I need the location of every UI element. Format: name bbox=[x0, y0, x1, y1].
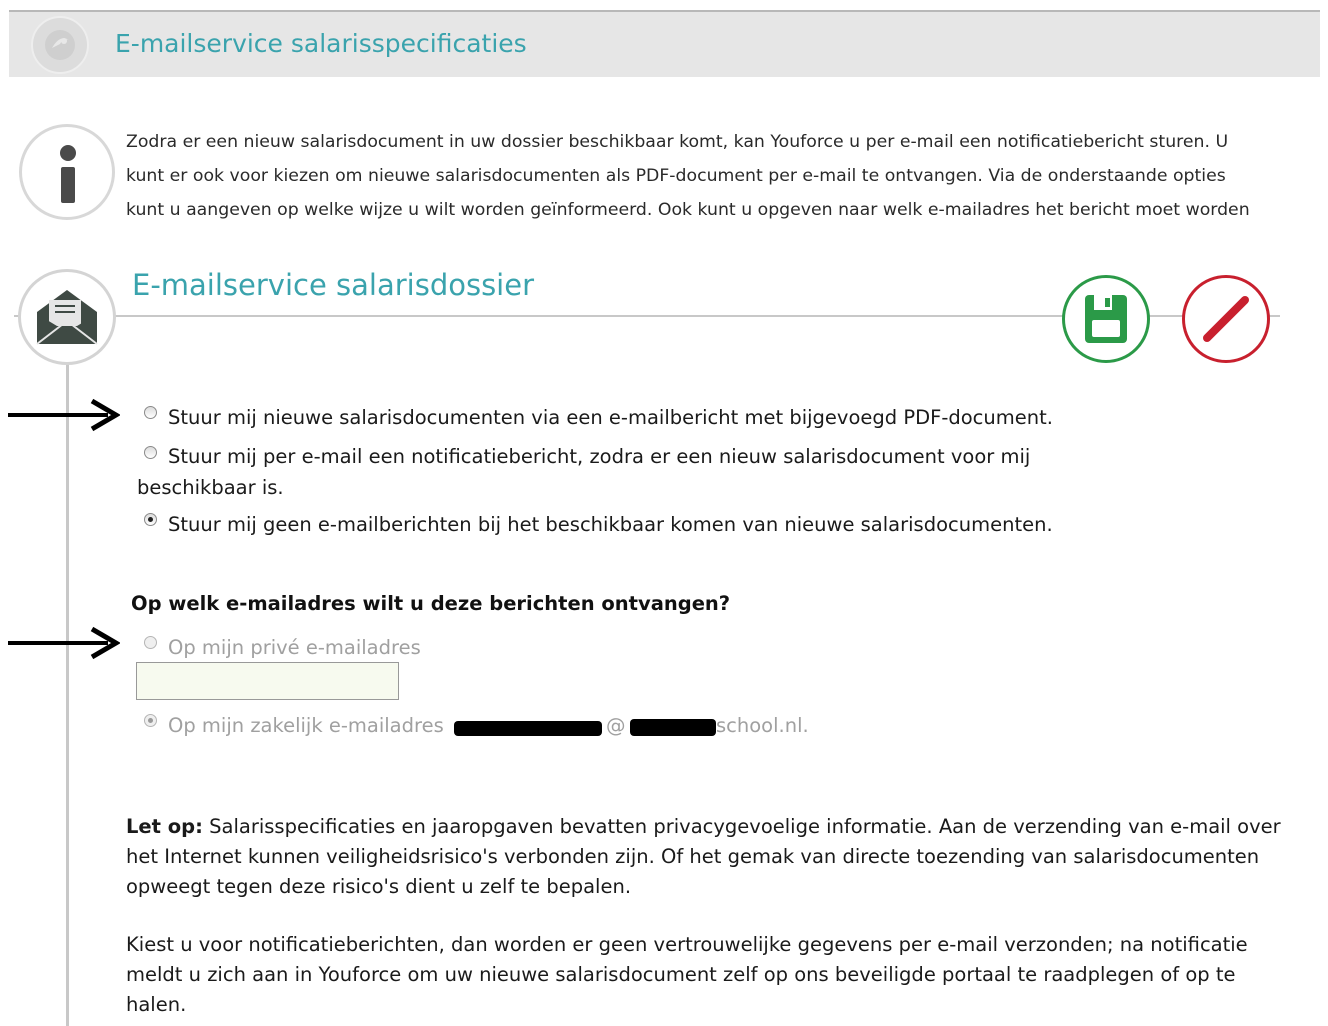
info-icon bbox=[19, 124, 115, 220]
cancel-icon bbox=[1203, 296, 1249, 342]
radio-none[interactable] bbox=[144, 513, 157, 526]
radio-private-email[interactable] bbox=[144, 636, 157, 649]
note-text: halen. bbox=[126, 993, 187, 1016]
section-title: E-mailservice salarisdossier bbox=[132, 268, 535, 302]
note-text: opweegt tegen deze risico's dient u zelf… bbox=[126, 875, 632, 898]
note-text: meldt u zich aan in Youforce om uw nieuw… bbox=[126, 963, 1236, 986]
option-notify-label: Stuur mij per e-mail een notificatieberi… bbox=[168, 445, 1031, 468]
save-button[interactable] bbox=[1062, 275, 1150, 363]
timeline-line bbox=[66, 360, 69, 1026]
radio-business-email[interactable] bbox=[144, 714, 157, 727]
notification-note: Kiest u voor notificatieberichten, dan w… bbox=[126, 930, 1286, 1020]
private-email-label: Op mijn privé e-mailadres bbox=[168, 636, 421, 659]
intro-text: Zodra er een nieuw salarisdocument in uw… bbox=[126, 125, 1306, 227]
radio-notify[interactable] bbox=[144, 446, 157, 459]
note-text: Kiest u voor notificatieberichten, dan w… bbox=[126, 933, 1248, 956]
note-text: Salarisspecificaties en jaaropgaven beva… bbox=[202, 815, 1281, 838]
intro-line: kunt er ook voor kiezen om nieuwe salari… bbox=[126, 166, 1226, 186]
business-email-domain: school.nl. bbox=[716, 714, 809, 737]
page-header: E-mailservice salarisspecificaties bbox=[9, 10, 1320, 77]
address-question: Op welk e-mailadres wilt u deze berichte… bbox=[131, 592, 731, 615]
intro-line: kunt u aangeven op welke wijze u wilt wo… bbox=[126, 200, 1250, 220]
option-none-label: Stuur mij geen e-mailberichten bij het b… bbox=[168, 513, 1053, 536]
intro-line: Zodra er een nieuw salarisdocument in uw… bbox=[126, 132, 1229, 152]
envelope-icon bbox=[18, 269, 116, 365]
page-title: E-mailservice salarisspecificaties bbox=[115, 29, 527, 58]
cancel-button[interactable] bbox=[1182, 275, 1270, 363]
arrow-right-icon bbox=[8, 398, 120, 432]
option-pdf-label: Stuur mij nieuwe salarisdocumenten via e… bbox=[168, 406, 1053, 429]
business-email-at: @ bbox=[606, 714, 626, 737]
note-text: het Internet kunnen veiligheidsrisico's … bbox=[126, 845, 1260, 868]
radio-pdf[interactable] bbox=[144, 406, 157, 419]
option-notify-label-cont: beschikbaar is. bbox=[137, 476, 284, 499]
note-lead: Let op: bbox=[126, 815, 203, 838]
save-icon bbox=[1085, 295, 1127, 343]
redacted-text bbox=[630, 719, 716, 736]
business-email-label: Op mijn zakelijk e-mailadres bbox=[168, 714, 444, 737]
arrow-right-icon bbox=[8, 626, 120, 660]
youforce-logo-icon bbox=[31, 16, 89, 74]
private-email-field[interactable] bbox=[136, 662, 399, 700]
privacy-note: Let op: Salarisspecificaties en jaaropga… bbox=[126, 812, 1286, 902]
redacted-text bbox=[454, 721, 602, 736]
